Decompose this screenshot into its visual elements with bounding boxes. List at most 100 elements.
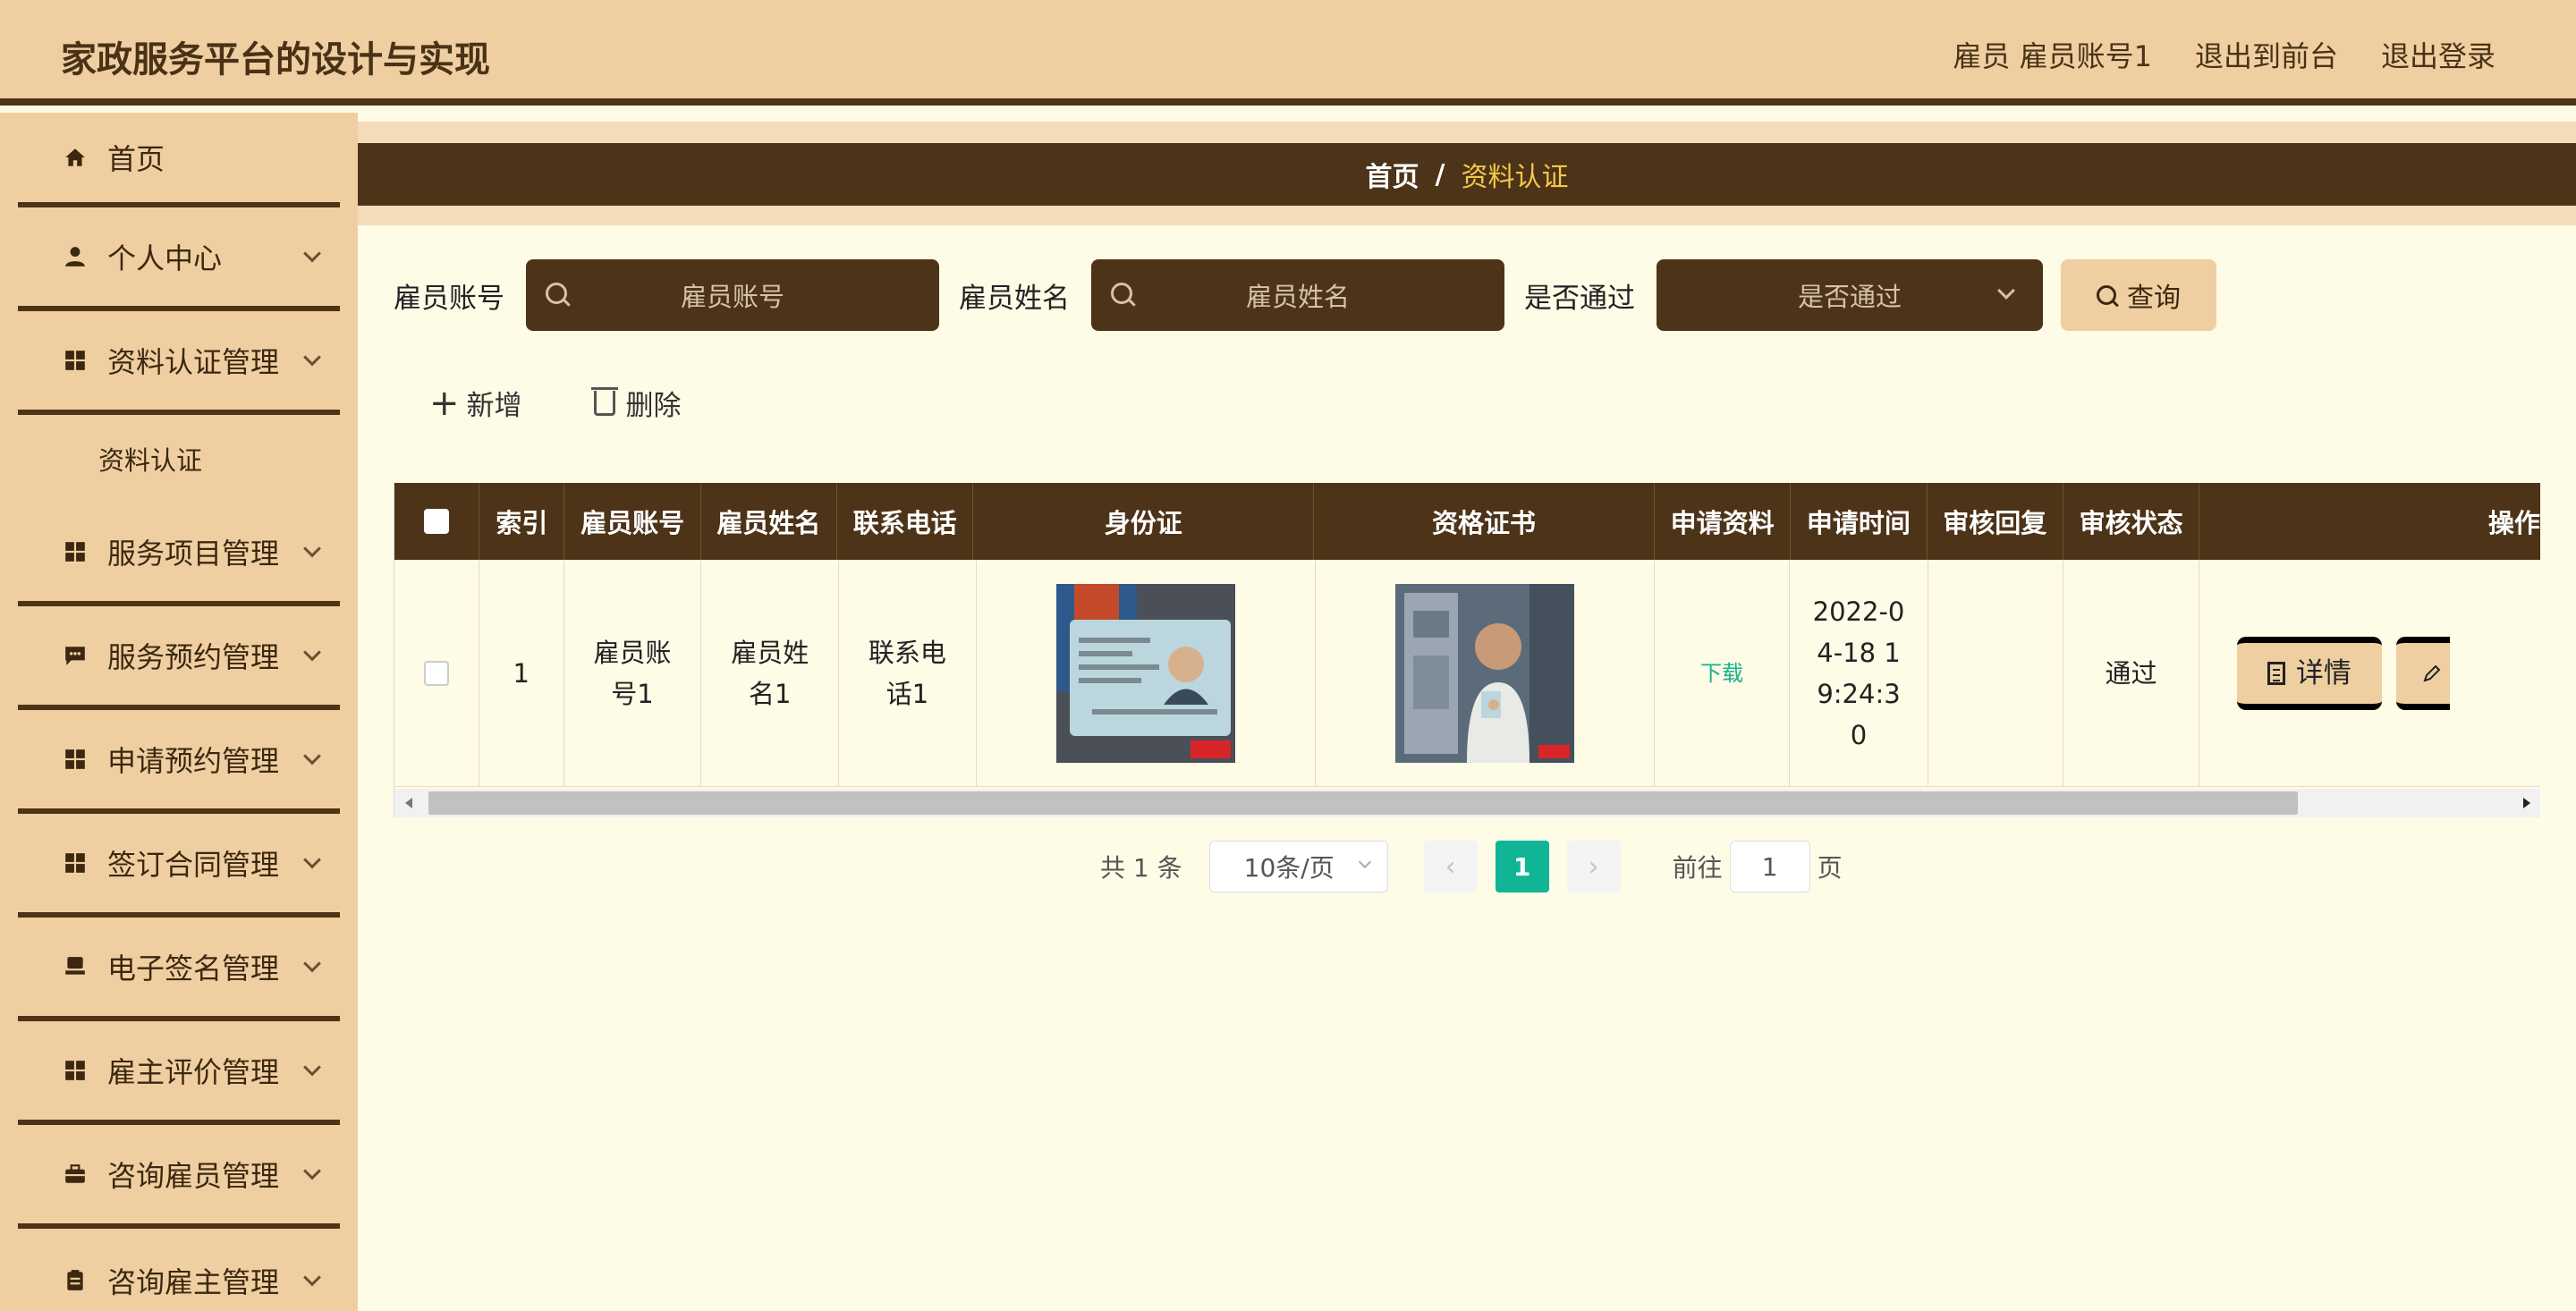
grid-icon: [63, 1058, 88, 1083]
column-header[interactable]: 申请资料: [1655, 483, 1792, 560]
sidebar-item-verification-mgmt[interactable]: 资料认证管理: [18, 311, 340, 415]
query-button[interactable]: 查询: [2061, 259, 2216, 331]
sidebar-item-consult-employer[interactable]: 咨询雇主管理: [18, 1229, 340, 1311]
sidebar-item-label: 首页: [107, 142, 165, 176]
delete-button[interactable]: 删除: [590, 383, 682, 423]
app-title: 家政服务平台的设计与实现: [61, 39, 490, 80]
select-all-cell: [394, 483, 480, 560]
scroll-right-arrow-icon[interactable]: [2523, 798, 2530, 808]
grid-icon: [63, 850, 88, 875]
breadcrumb-home[interactable]: 首页: [1366, 155, 1419, 194]
search-icon: [2097, 285, 2116, 305]
chevron-down-icon: [303, 643, 321, 662]
download-link[interactable]: 下载: [1700, 653, 1743, 694]
chevron-down-icon: [303, 244, 321, 263]
detail-button[interactable]: 详情: [2236, 636, 2382, 710]
account-placeholder: 雇员账号: [680, 282, 784, 312]
add-button[interactable]: + 新增: [429, 383, 522, 423]
cell-review-status: 通过: [2063, 560, 2199, 786]
pass-select[interactable]: 是否通过: [1657, 259, 2043, 331]
horizontal-scrollbar[interactable]: [394, 789, 2540, 817]
current-user-label[interactable]: 雇员 雇员账号1: [1953, 34, 2152, 75]
name-placeholder: 雇员姓名: [1245, 282, 1350, 312]
breadcrumb: 首页 / 资料认证: [358, 143, 2576, 206]
column-header[interactable]: 身份证: [973, 483, 1315, 560]
table-header: 索引 雇员账号 雇员姓名 联系电话 身份证 资格证书 申请资料 申请时间 审核回…: [394, 483, 2540, 560]
grid-icon: [63, 747, 88, 772]
grid-icon: [63, 348, 88, 373]
sidebar-item-label: 签订合同管理: [107, 848, 280, 882]
column-header[interactable]: 索引: [479, 483, 565, 560]
delete-button-label: 删除: [625, 390, 682, 422]
home-icon: [63, 145, 88, 170]
search-form: 雇员账号 雇员账号 雇员姓名 雇员姓名 是否通过 是否通过 查询: [394, 259, 2216, 331]
account-search-input[interactable]: 雇员账号: [526, 259, 939, 331]
logout-link[interactable]: 退出登录: [2381, 34, 2496, 75]
chat-icon: [63, 643, 88, 668]
sidebar-item-consult-employee[interactable]: 咨询雇员管理: [18, 1125, 340, 1229]
column-header[interactable]: 联系电话: [837, 483, 974, 560]
pagination: 共 1 条 10条/页 ‹ 1 › 前往 1 页: [1100, 841, 1843, 892]
sidebar-item-employer-review[interactable]: 雇主评价管理: [18, 1021, 340, 1125]
sidebar-item-label: 服务项目管理: [107, 537, 280, 571]
cell-operations: 详情: [2199, 560, 2540, 786]
total-count: 共 1 条: [1100, 853, 1182, 883]
goto-page-input[interactable]: 1: [1729, 841, 1810, 892]
edit-button[interactable]: [2395, 636, 2450, 710]
column-header[interactable]: 雇员账号: [564, 483, 701, 560]
select-all-checkbox[interactable]: [424, 509, 450, 534]
sidebar-item-service-items[interactable]: 服务项目管理: [18, 503, 340, 606]
page-number-button[interactable]: 1: [1495, 841, 1549, 892]
cell-material: 下载: [1655, 560, 1791, 786]
next-page-button[interactable]: ›: [1566, 841, 1621, 892]
exit-to-front-link[interactable]: 退出到前台: [2195, 34, 2338, 75]
breadcrumb-separator: /: [1435, 158, 1445, 190]
id-card-image[interactable]: [1055, 583, 1235, 763]
column-header[interactable]: 审核状态: [2063, 483, 2200, 560]
page-size-select[interactable]: 10条/页: [1208, 841, 1388, 892]
sidebar-item-personal-center[interactable]: 个人中心: [18, 207, 340, 311]
chevron-down-icon: [303, 747, 321, 765]
chevron-down-icon: [303, 850, 321, 869]
sidebar-item-service-booking[interactable]: 服务预约管理: [18, 606, 340, 710]
pass-placeholder: 是否通过: [1797, 282, 1902, 312]
chevron-down-icon: [303, 954, 321, 973]
sidebar-item-apply-booking[interactable]: 申请预约管理: [18, 710, 340, 814]
action-bar: + 新增 删除: [429, 383, 682, 423]
pencil-icon: [2423, 664, 2441, 682]
search-icon: [546, 283, 567, 304]
column-header[interactable]: 雇员姓名: [701, 483, 838, 560]
certificate-image[interactable]: [1394, 583, 1574, 763]
scroll-left-arrow-icon[interactable]: [405, 798, 412, 808]
cell-apply-time: 2022-04-18 19:24:30: [1790, 560, 1928, 786]
prev-page-button[interactable]: ‹: [1423, 841, 1478, 892]
goto-suffix: 页: [1817, 853, 1843, 883]
account-label: 雇员账号: [394, 282, 504, 315]
user-icon: [63, 244, 88, 269]
cell-index: 1: [479, 560, 564, 786]
sidebar-subitem-verification[interactable]: 资料认证: [0, 415, 358, 503]
cell-account: 雇员账号1: [564, 560, 702, 786]
column-header[interactable]: 操作: [2199, 483, 2540, 560]
name-search-input[interactable]: 雇员姓名: [1091, 259, 1504, 331]
clipboard-icon: [63, 1268, 88, 1293]
cell-phone: 联系电话1: [839, 560, 977, 786]
table-row: 1 雇员账号1 雇员姓名1 联系电话1 下载 2022-04-18 19:24:…: [394, 560, 2540, 787]
document-icon: [2267, 661, 2285, 685]
column-header[interactable]: 资格证书: [1314, 483, 1655, 560]
grid-icon: [63, 539, 88, 564]
page-size-value: 10条/页: [1243, 853, 1335, 883]
sidebar-item-label: 个人中心: [107, 241, 223, 275]
header-nav: 雇员 雇员账号1 退出到前台 退出登录: [1953, 34, 2496, 75]
search-icon: [1111, 283, 1132, 304]
column-header[interactable]: 申请时间: [1791, 483, 1928, 560]
row-checkbox[interactable]: [423, 660, 449, 686]
plus-icon: +: [429, 382, 460, 424]
sidebar-item-home[interactable]: 首页: [18, 113, 340, 207]
sidebar-item-esign[interactable]: 电子签名管理: [18, 918, 340, 1021]
sidebar-item-label: 咨询雇员管理: [107, 1159, 280, 1193]
scrollbar-thumb[interactable]: [428, 791, 2298, 815]
bottom-strip: [358, 206, 2576, 225]
column-header[interactable]: 审核回复: [1928, 483, 2063, 560]
sidebar-item-contract[interactable]: 签订合同管理: [18, 814, 340, 918]
